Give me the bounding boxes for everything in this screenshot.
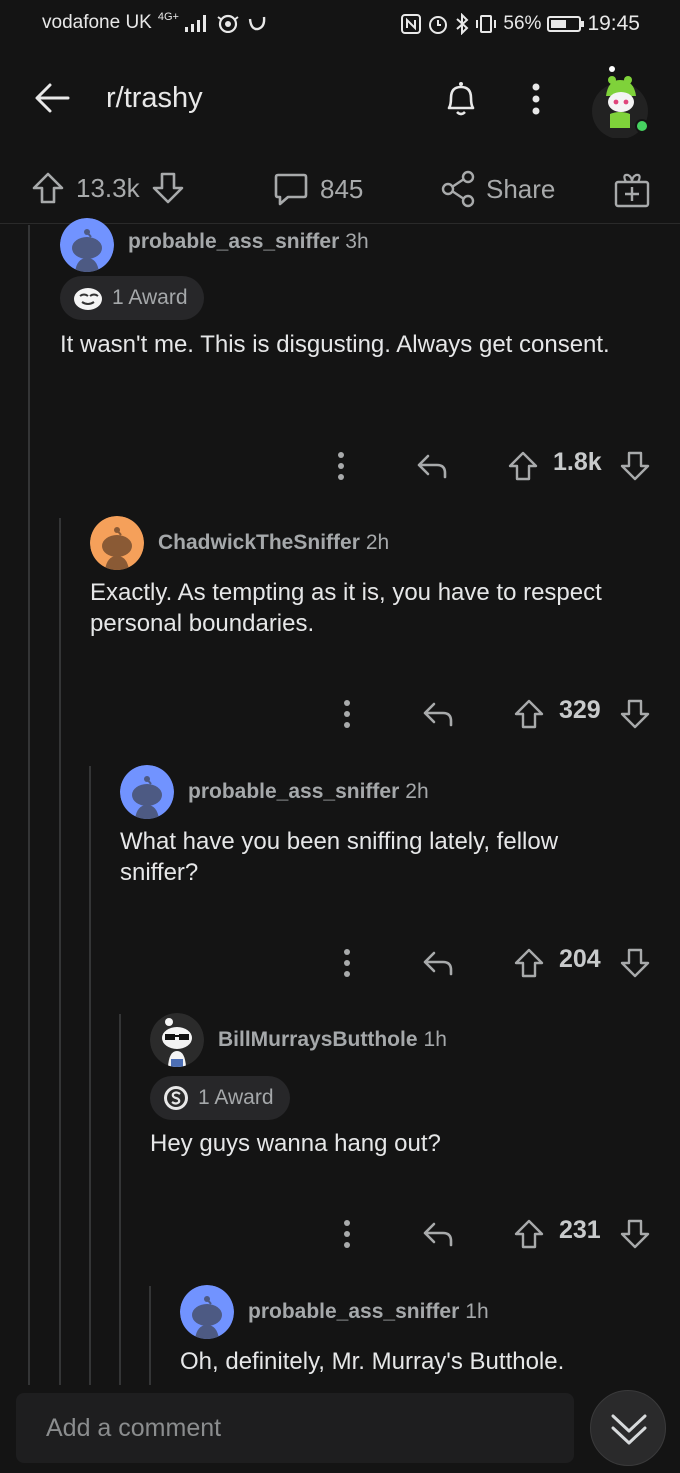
more-options-icon[interactable] bbox=[341, 699, 353, 729]
award-badge[interactable]: 1 Award bbox=[150, 1076, 290, 1120]
comment-actions: 1.8k bbox=[0, 446, 680, 486]
thread-line[interactable] bbox=[149, 1286, 151, 1385]
upvote-icon[interactable] bbox=[513, 698, 545, 730]
comment-author[interactable]: BillMurraysButthole 1h bbox=[218, 1028, 447, 1052]
double-chevron-down-icon bbox=[611, 1414, 647, 1445]
award-badge[interactable]: 1 Award bbox=[60, 276, 204, 320]
snoo-avatar[interactable] bbox=[60, 218, 114, 272]
clock: 19:45 bbox=[587, 12, 640, 35]
comments-button[interactable]: 845 bbox=[272, 170, 363, 208]
bell-icon[interactable] bbox=[440, 78, 482, 120]
snoo-avatar[interactable] bbox=[90, 516, 144, 570]
snoo-avatar[interactable] bbox=[180, 1285, 234, 1339]
username[interactable]: probable_ass_sniffer bbox=[128, 230, 339, 253]
comment-age: 3h bbox=[345, 230, 369, 253]
upvote-icon[interactable] bbox=[507, 450, 539, 482]
more-options-icon[interactable] bbox=[335, 451, 347, 481]
reply-icon[interactable] bbox=[421, 699, 455, 729]
award-icon bbox=[74, 288, 102, 310]
post-action-bar: 13.3k 845 Share bbox=[0, 156, 680, 224]
subreddit-title[interactable]: r/trashy bbox=[106, 82, 203, 115]
reply-icon[interactable] bbox=[421, 948, 455, 978]
comment-body: Oh, definitely, Mr. Murray's Butthole. bbox=[180, 1348, 565, 1375]
comment-body: What have you been sniffing lately, fell… bbox=[120, 828, 559, 886]
thread-line[interactable] bbox=[28, 225, 30, 1385]
comment-actions: 204 bbox=[0, 943, 680, 983]
battery-icon bbox=[547, 16, 585, 32]
thread-line[interactable] bbox=[89, 766, 91, 1385]
upvote-icon[interactable] bbox=[30, 170, 66, 206]
downvote-icon[interactable] bbox=[619, 450, 651, 482]
nfc-icon bbox=[401, 14, 422, 34]
award-count: 1 Award bbox=[112, 286, 188, 309]
comment-body: Exactly. As tempting as it is, you have … bbox=[90, 579, 602, 637]
username[interactable]: probable_ass_sniffer bbox=[188, 780, 399, 803]
comment-author[interactable]: ChadwickTheSniffer 2h bbox=[158, 531, 389, 555]
comment-age: 1h bbox=[423, 1028, 447, 1051]
downvote-icon[interactable] bbox=[619, 947, 651, 979]
downvote-icon[interactable] bbox=[150, 170, 186, 206]
carrier-label: vodafone UK bbox=[42, 12, 152, 33]
next-comment-button[interactable] bbox=[590, 1390, 666, 1466]
bluetooth-icon bbox=[456, 13, 469, 35]
reply-icon[interactable] bbox=[415, 451, 449, 481]
downvote-icon[interactable] bbox=[619, 1218, 651, 1250]
upvote-icon[interactable] bbox=[513, 1218, 545, 1250]
comment-composer[interactable] bbox=[16, 1393, 574, 1463]
comment-body: Hey guys wanna hang out? bbox=[150, 1130, 441, 1157]
comment-score: 231 bbox=[559, 1216, 601, 1244]
status-bar: vodafone UK 4G+ 56% 19:45 bbox=[0, 0, 680, 48]
comment-score: 1.8k bbox=[553, 448, 602, 476]
signal-icon bbox=[184, 15, 206, 32]
comment-age: 2h bbox=[405, 780, 429, 803]
vibrate-icon bbox=[476, 15, 497, 33]
battery-percent: 56% bbox=[503, 13, 542, 34]
comment-score: 329 bbox=[559, 696, 601, 724]
alarm-icon bbox=[429, 16, 448, 34]
eye-comfort-icon bbox=[217, 14, 239, 33]
comment-actions: 329 bbox=[0, 694, 680, 734]
comment-bubble-icon bbox=[274, 173, 308, 206]
add-comment-input[interactable] bbox=[16, 1393, 574, 1463]
award-button[interactable] bbox=[612, 170, 652, 210]
share-icon bbox=[441, 170, 475, 208]
upvote-icon[interactable] bbox=[513, 947, 545, 979]
more-options-icon[interactable] bbox=[341, 948, 353, 978]
comment-author[interactable]: probable_ass_sniffer 2h bbox=[188, 780, 429, 804]
thread-line[interactable] bbox=[119, 1014, 121, 1385]
username[interactable]: ChadwickTheSniffer bbox=[158, 531, 360, 554]
username[interactable]: probable_ass_sniffer bbox=[248, 1300, 459, 1323]
comment-body: It wasn't me. This is disgusting. Always… bbox=[60, 331, 610, 358]
vote-group: 13.3k bbox=[30, 170, 186, 206]
app-header: r/trashy bbox=[0, 48, 680, 156]
comment-age: 2h bbox=[365, 531, 390, 554]
more-options-icon[interactable] bbox=[523, 78, 549, 120]
award-count: 1 Award bbox=[198, 1086, 274, 1109]
comment-actions: 231 bbox=[0, 1214, 680, 1254]
reply-icon[interactable] bbox=[421, 1219, 455, 1249]
downvote-icon[interactable] bbox=[619, 698, 651, 730]
share-button[interactable]: Share bbox=[440, 170, 555, 208]
username[interactable]: BillMurraysButthole bbox=[218, 1028, 418, 1051]
snoo-avatar[interactable] bbox=[150, 1013, 204, 1067]
silver-award-icon bbox=[164, 1086, 188, 1110]
back-arrow-icon[interactable] bbox=[30, 76, 74, 120]
comment-score: 204 bbox=[559, 945, 601, 973]
snoo-avatar[interactable] bbox=[120, 765, 174, 819]
share-label: Share bbox=[486, 173, 556, 204]
vodafone-icon bbox=[248, 16, 266, 31]
network-type: 4G+ bbox=[157, 11, 179, 23]
post-score: 13.3k bbox=[76, 172, 140, 203]
gift-icon bbox=[614, 173, 650, 208]
comment-author[interactable]: probable_ass_sniffer 1h bbox=[248, 1300, 489, 1324]
comment-count: 845 bbox=[320, 173, 364, 204]
user-avatar[interactable] bbox=[590, 66, 652, 138]
more-options-icon[interactable] bbox=[341, 1219, 353, 1249]
comment-author[interactable]: probable_ass_sniffer 3h bbox=[128, 230, 369, 254]
comment-age: 1h bbox=[465, 1300, 489, 1323]
